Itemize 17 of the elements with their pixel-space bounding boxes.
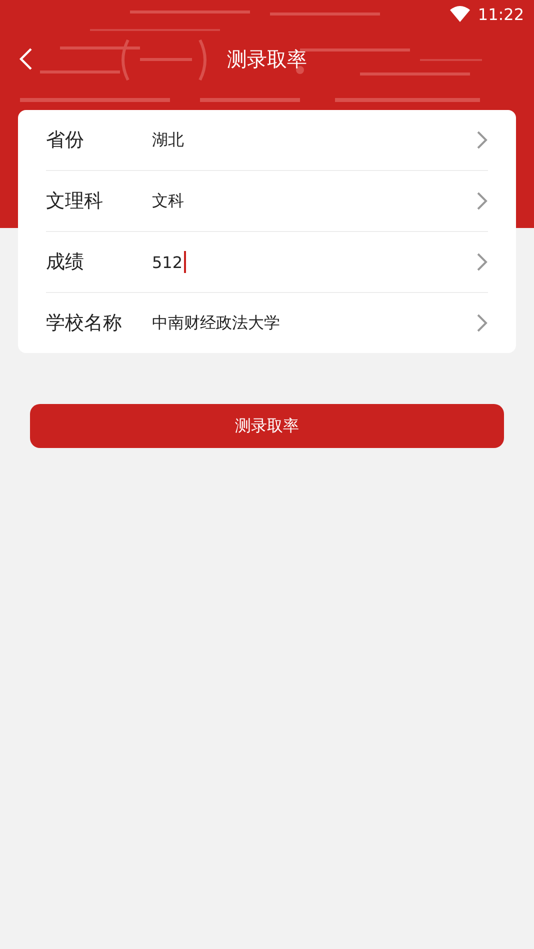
- input-field[interactable]: 中南财经政法大学: [152, 303, 476, 343]
- field-label: 文理科: [46, 189, 104, 214]
- input-field[interactable]: 512: [152, 242, 476, 282]
- submit-button[interactable]: 测录取率: [30, 404, 504, 448]
- page-title: 测录取率: [227, 46, 307, 72]
- field-label: 省份: [46, 128, 85, 153]
- field-label: 学校名称: [46, 311, 123, 336]
- wifi-icon: [450, 6, 470, 22]
- input-field[interactable]: 文科: [152, 181, 476, 221]
- chevron-icon: [476, 130, 488, 150]
- chevron-icon: [476, 191, 488, 211]
- input-field[interactable]: 湖北: [152, 120, 476, 160]
- chevron-icon: [476, 252, 488, 272]
- field-label: 成绩: [46, 250, 85, 275]
- chevron-icon: [476, 313, 488, 333]
- status-time: 11:22: [478, 4, 524, 24]
- back-icon: [19, 47, 33, 71]
